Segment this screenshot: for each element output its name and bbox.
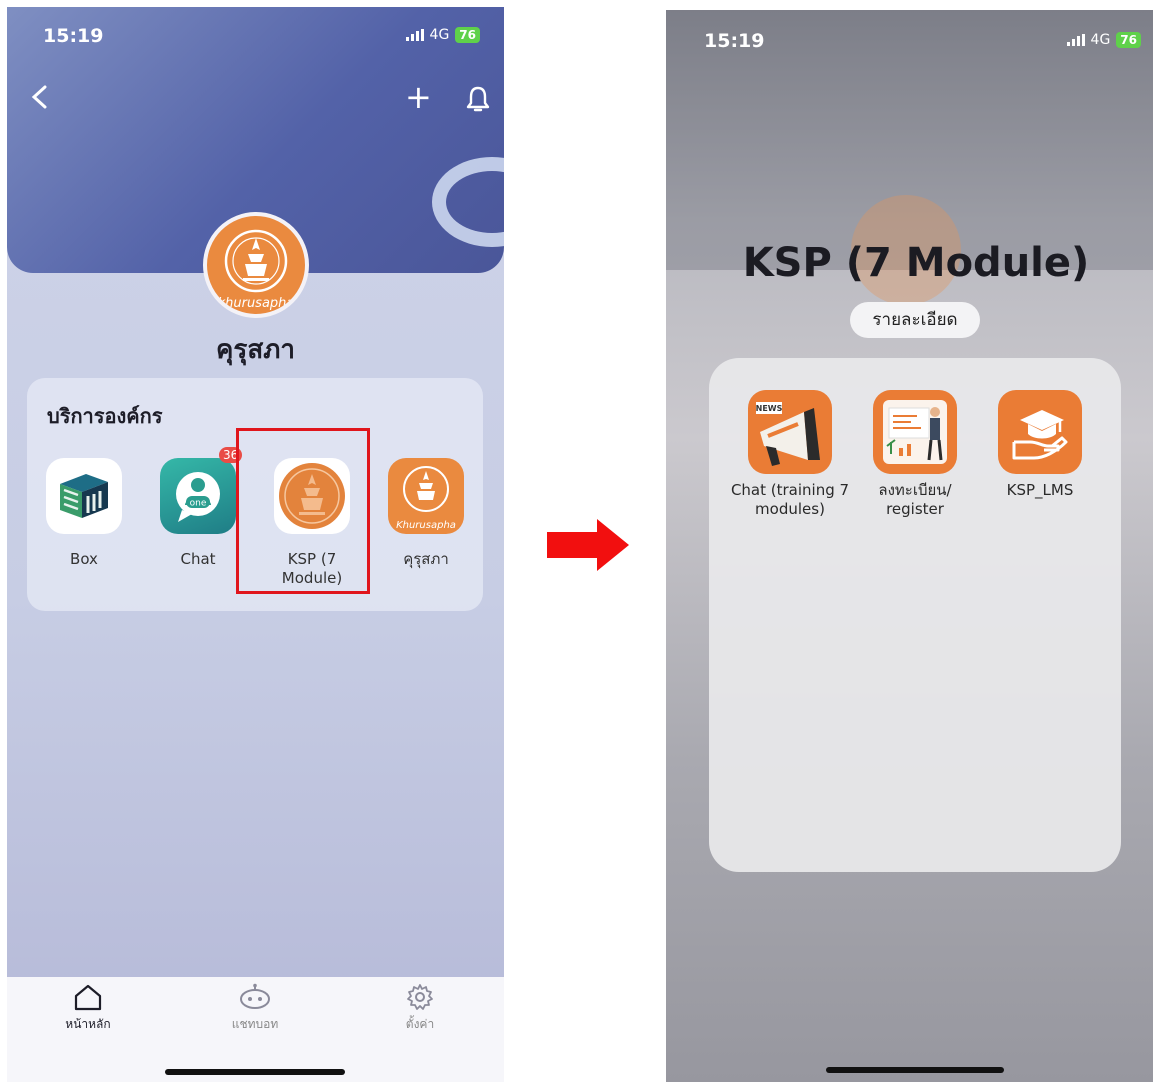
tab-label: แชทบอท (231, 1017, 279, 1031)
service-label: Box (70, 550, 98, 568)
chat-icon: one (160, 458, 236, 534)
bell-icon[interactable] (465, 85, 491, 113)
svg-text:one: one (190, 499, 207, 509)
status-time: 15:19 (43, 25, 104, 47)
status-time: 15:19 (704, 30, 765, 52)
home-icon (74, 984, 102, 1011)
chevron-left-icon[interactable] (29, 85, 53, 109)
home-indicator (165, 1069, 345, 1075)
org-avatar-text: khurusapha (217, 296, 295, 311)
folder-title: KSP (7 Module) (742, 240, 1090, 286)
service-chat[interactable]: one Chat (150, 458, 246, 569)
detail-button[interactable]: รายละเอียด (850, 302, 980, 338)
signal-icon (405, 29, 424, 41)
app-register[interactable]: ลงทะเบียน/ register (850, 390, 980, 519)
app-chat-training[interactable]: NEWS Chat (training 7 modules) (725, 390, 855, 519)
chatbot-icon (240, 983, 270, 1009)
khurusapha-icon-text: Khurusapha (396, 520, 456, 531)
news-icon-text: NEWS (756, 404, 783, 413)
service-label: คุรุสภา (403, 550, 449, 568)
app-ksp-lms[interactable]: KSP_LMS (975, 390, 1105, 500)
tab-home[interactable]: หน้าหลัก (48, 983, 128, 1034)
decorative-swirl (432, 157, 504, 247)
khurusapha-seal-icon (224, 229, 288, 293)
tab-label: ตั้งค่า (405, 1017, 435, 1031)
service-box[interactable]: Box (36, 458, 132, 569)
graduation-cap-hand-icon (998, 390, 1082, 474)
app-label: ลงทะเบียน/ register (878, 481, 952, 518)
signal-icon (1066, 34, 1085, 46)
app-label: KSP_LMS (1006, 481, 1074, 499)
battery-icon: 76 (455, 27, 480, 43)
org-avatar: khurusapha (203, 212, 309, 318)
highlight-box (236, 428, 370, 594)
tab-chatbot[interactable]: แชทบอท (215, 983, 295, 1034)
register-presentation-icon (873, 390, 957, 474)
services-title: บริการองค์กร (47, 404, 163, 428)
service-label: Chat (180, 550, 216, 568)
org-name: คุรุสภา (216, 335, 295, 365)
tab-settings[interactable]: ตั้งค่า (380, 983, 460, 1034)
battery-icon: 76 (1116, 32, 1141, 48)
status-indicators: 4G 76 (405, 27, 480, 43)
network-label: 4G (429, 27, 450, 43)
box-icon (46, 458, 122, 534)
plus-icon[interactable]: + (405, 81, 432, 113)
service-khurusapha[interactable]: Khurusapha คุรุสภา (378, 458, 474, 569)
app-folder-panel: NEWS Chat (training 7 modules) ลงทะเบียน… (709, 358, 1121, 872)
right-phone-screen: 15:19 4G 76 KSP (7 Module) รายละเอียด NE… (666, 10, 1153, 1082)
app-label: Chat (training 7 modules) (730, 481, 850, 518)
tab-label: หน้าหลัก (65, 1017, 111, 1031)
home-indicator (826, 1067, 1004, 1073)
bottom-tab-bar: หน้าหลัก แชทบอท ตั้งค่า (7, 977, 504, 1082)
settings-gear-icon (407, 984, 433, 1010)
decorative-swirl (7, 7, 137, 117)
status-indicators: 4G 76 (1066, 32, 1141, 48)
khurusapha-icon: Khurusapha (388, 458, 464, 534)
arrow-right-icon (547, 519, 629, 571)
network-label: 4G (1090, 32, 1111, 48)
news-megaphone-icon: NEWS (748, 390, 832, 474)
